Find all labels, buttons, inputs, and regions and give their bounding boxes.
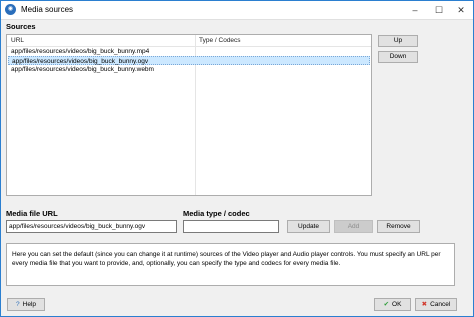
table-row-selected[interactable]: app/files/resources/videos/big_buck_bunn… — [8, 56, 370, 65]
ok-button[interactable]: ✔ OK — [374, 298, 411, 311]
list-header: URL Type / Codecs — [7, 35, 371, 47]
sources-label: Sources — [6, 22, 36, 31]
cancel-icon: ✖ — [421, 301, 428, 308]
table-row[interactable]: app/files/resources/videos/big_buck_bunn… — [8, 47, 370, 56]
down-button[interactable]: Down — [378, 51, 418, 63]
table-row[interactable]: app/files/resources/videos/big_buck_bunn… — [8, 65, 370, 74]
sources-list[interactable]: URL Type / Codecs app/files/resources/vi… — [6, 34, 372, 196]
row-url: app/files/resources/videos/big_buck_bunn… — [11, 48, 150, 55]
media-file-url-input[interactable]: app/files/resources/videos/big_buck_bunn… — [6, 220, 177, 233]
help-label: Help — [22, 301, 36, 308]
info-panel: Here you can set the default (since you … — [6, 243, 455, 286]
help-icon: ? — [16, 301, 20, 308]
app-logo-icon: ◉ — [5, 4, 16, 15]
up-button[interactable]: Up — [378, 35, 418, 47]
window-title: Media sources — [21, 5, 74, 14]
ok-label: OK — [392, 301, 402, 308]
cancel-button[interactable]: ✖ Cancel — [415, 298, 457, 311]
row-url: app/files/resources/videos/big_buck_bunn… — [11, 66, 154, 73]
help-button[interactable]: ? Help — [7, 298, 45, 311]
column-header-type[interactable]: Type / Codecs — [199, 37, 241, 44]
media-type-input[interactable] — [183, 220, 279, 233]
media-sources-dialog: ◉ Media sources – ☐ ✕ Sources URL Type /… — [0, 0, 474, 317]
add-button[interactable]: Add — [334, 220, 373, 233]
column-header-url[interactable]: URL — [11, 37, 24, 44]
media-type-label: Media type / codec — [183, 209, 250, 218]
cancel-label: Cancel — [430, 301, 451, 308]
close-icon[interactable]: ✕ — [447, 1, 474, 19]
title-bar[interactable]: ◉ Media sources – ☐ ✕ — [1, 1, 473, 20]
update-button[interactable]: Update — [287, 220, 330, 233]
media-file-url-label: Media file URL — [6, 209, 58, 218]
remove-button[interactable]: Remove — [377, 220, 420, 233]
checkmark-icon: ✔ — [383, 301, 390, 308]
row-url: app/files/resources/videos/big_buck_bunn… — [12, 58, 149, 65]
